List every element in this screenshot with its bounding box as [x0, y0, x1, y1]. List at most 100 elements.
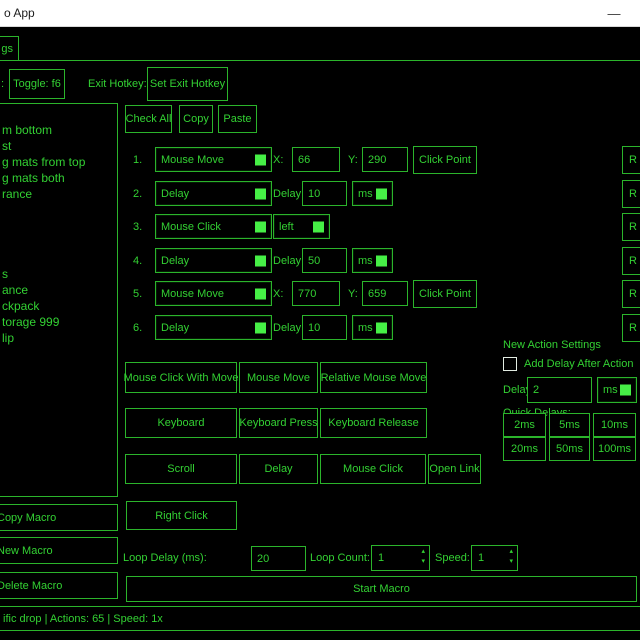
click-point-button[interactable]: Click Point — [413, 146, 477, 174]
macro-app-window: o App — gs : Toggle: f6 Exit Hotkey: Set… — [0, 0, 640, 640]
macro-list-item[interactable]: st — [2, 139, 117, 155]
macro-list-items: m bottom st g mats from top g mats both … — [0, 104, 117, 347]
quick-delay-100ms-button[interactable]: 100ms — [593, 437, 636, 461]
action-type-dropdown[interactable]: Delay — [155, 315, 272, 340]
quick-delay-5ms-button[interactable]: 5ms — [549, 413, 590, 437]
action-type-dropdown[interactable]: Mouse Move — [155, 281, 272, 306]
mouse-button-value: left — [279, 221, 294, 233]
quick-delay-10ms-button[interactable]: 10ms — [593, 413, 636, 437]
delay-unit-value: ms — [358, 322, 373, 334]
action-type-value: Delay — [161, 188, 189, 200]
loop-count-stepper[interactable]: 1 ▴▾ — [371, 545, 430, 571]
macro-list-item[interactable] — [2, 251, 117, 267]
y-label: Y: — [348, 154, 358, 166]
delay-label: Delay: — [273, 322, 304, 334]
remove-action-button[interactable]: R — [622, 280, 640, 308]
macro-list[interactable]: m bottom st g mats from top g mats both … — [0, 103, 118, 497]
delete-macro-button[interactable]: Delete Macro — [0, 572, 118, 599]
macro-list-item[interactable]: ance — [2, 283, 117, 299]
action-type-value: Mouse Move — [161, 288, 224, 300]
quick-delay-2ms-button[interactable]: 2ms — [503, 413, 546, 437]
toggle-hotkey-button[interactable]: Toggle: f6 — [9, 69, 65, 99]
add-open-link-button[interactable]: Open Link — [428, 454, 481, 484]
delay-input[interactable]: 10 — [302, 181, 347, 206]
spinner-arrows-icon[interactable]: ▴▾ — [509, 547, 513, 567]
add-mouse-click-button[interactable]: Mouse Click — [320, 454, 426, 484]
new-action-delay-unit-dropdown[interactable]: ms — [597, 377, 637, 403]
quick-delay-50ms-button[interactable]: 50ms — [549, 437, 590, 461]
check-all-button[interactable]: Check All — [125, 105, 172, 133]
mouse-button-dropdown[interactable]: left — [273, 214, 330, 239]
delay-unit-dropdown[interactable]: ms — [352, 315, 393, 340]
dropdown-square-icon — [376, 322, 387, 333]
remove-action-button[interactable]: R — [622, 180, 640, 208]
macro-list-item[interactable] — [2, 235, 117, 251]
spinner-arrows-icon[interactable]: ▴▾ — [421, 547, 425, 567]
quick-delay-20ms-button[interactable]: 20ms — [503, 437, 546, 461]
macro-list-item[interactable]: s — [2, 267, 117, 283]
macro-list-item[interactable] — [2, 107, 117, 123]
new-action-settings-title: New Action Settings — [503, 339, 601, 351]
x-input[interactable]: 770 — [292, 281, 340, 306]
add-keyboard-button[interactable]: Keyboard — [125, 408, 237, 438]
y-input[interactable]: 659 — [362, 281, 408, 306]
delay-unit-dropdown[interactable]: ms — [352, 181, 393, 206]
macro-list-item[interactable]: g mats both — [2, 171, 117, 187]
macro-list-item[interactable]: lip — [2, 331, 117, 347]
remove-action-button[interactable]: R — [622, 247, 640, 275]
remove-action-button[interactable]: R — [622, 146, 640, 174]
action-row-number: 4. — [133, 255, 142, 267]
dropdown-square-icon — [255, 322, 266, 333]
dropdown-square-icon — [313, 221, 324, 232]
delay-input[interactable]: 10 — [302, 315, 347, 340]
dropdown-square-icon — [255, 288, 266, 299]
delay-unit-dropdown[interactable]: ms — [352, 248, 393, 273]
action-type-dropdown[interactable]: Delay — [155, 181, 272, 206]
copy-macro-button[interactable]: Copy Macro — [0, 504, 118, 531]
macro-list-item[interactable] — [2, 203, 117, 219]
macro-list-item[interactable]: g mats from top — [2, 155, 117, 171]
x-label: X: — [273, 154, 283, 166]
add-keyboard-release-button[interactable]: Keyboard Release — [320, 408, 427, 438]
add-mouse-move-button[interactable]: Mouse Move — [239, 362, 318, 393]
macro-list-item[interactable]: rance — [2, 187, 117, 203]
new-macro-button[interactable]: New Macro — [0, 537, 118, 564]
macro-list-item[interactable] — [2, 219, 117, 235]
macro-list-item[interactable]: m bottom — [2, 123, 117, 139]
dropdown-square-icon — [255, 255, 266, 266]
y-input[interactable]: 290 — [362, 147, 408, 172]
remove-action-button[interactable]: R — [622, 213, 640, 241]
macro-list-item[interactable]: torage 999 — [2, 315, 117, 331]
add-right-click-button[interactable]: Right Click — [126, 501, 237, 530]
minimize-icon[interactable]: — — [598, 0, 630, 27]
start-macro-button[interactable]: Start Macro — [126, 576, 637, 602]
add-relative-mouse-move-button[interactable]: Relative Mouse Move — [320, 362, 427, 393]
action-type-dropdown[interactable]: Mouse Move — [155, 147, 272, 172]
loop-delay-input[interactable]: 20 — [251, 546, 306, 571]
add-delay-after-action-checkbox[interactable] — [503, 357, 517, 371]
new-action-delay-input[interactable]: 2 — [527, 377, 592, 403]
action-type-dropdown[interactable]: Delay — [155, 248, 272, 273]
remove-action-button[interactable]: R — [622, 314, 640, 342]
speed-stepper[interactable]: 1 ▴▾ — [471, 545, 518, 571]
set-exit-hotkey-button[interactable]: Set Exit Hotkey — [147, 67, 228, 101]
tab-settings-partial[interactable]: gs — [0, 36, 19, 61]
action-row-number: 2. — [133, 188, 142, 200]
dropdown-square-icon — [376, 255, 387, 266]
action-type-dropdown[interactable]: Mouse Click — [155, 214, 272, 239]
add-mouse-click-with-move-button[interactable]: Mouse Click With Move — [125, 362, 237, 393]
macro-list-item[interactable]: ckpack — [2, 299, 117, 315]
x-input[interactable]: 66 — [292, 147, 340, 172]
copy-button[interactable]: Copy — [179, 105, 213, 133]
click-point-button[interactable]: Click Point — [413, 280, 477, 308]
add-scroll-button[interactable]: Scroll — [125, 454, 237, 484]
delay-input[interactable]: 50 — [302, 248, 347, 273]
loop-count-label: Loop Count: — [310, 552, 370, 564]
add-delay-button[interactable]: Delay — [239, 454, 318, 484]
action-type-value: Mouse Click — [161, 221, 221, 233]
action-row-number: 1. — [133, 154, 142, 166]
paste-button[interactable]: Paste — [218, 105, 257, 133]
add-keyboard-press-button[interactable]: Keyboard Press — [239, 408, 318, 438]
titlebar: o App — — [0, 0, 640, 27]
speed-label: Speed: — [435, 552, 470, 564]
